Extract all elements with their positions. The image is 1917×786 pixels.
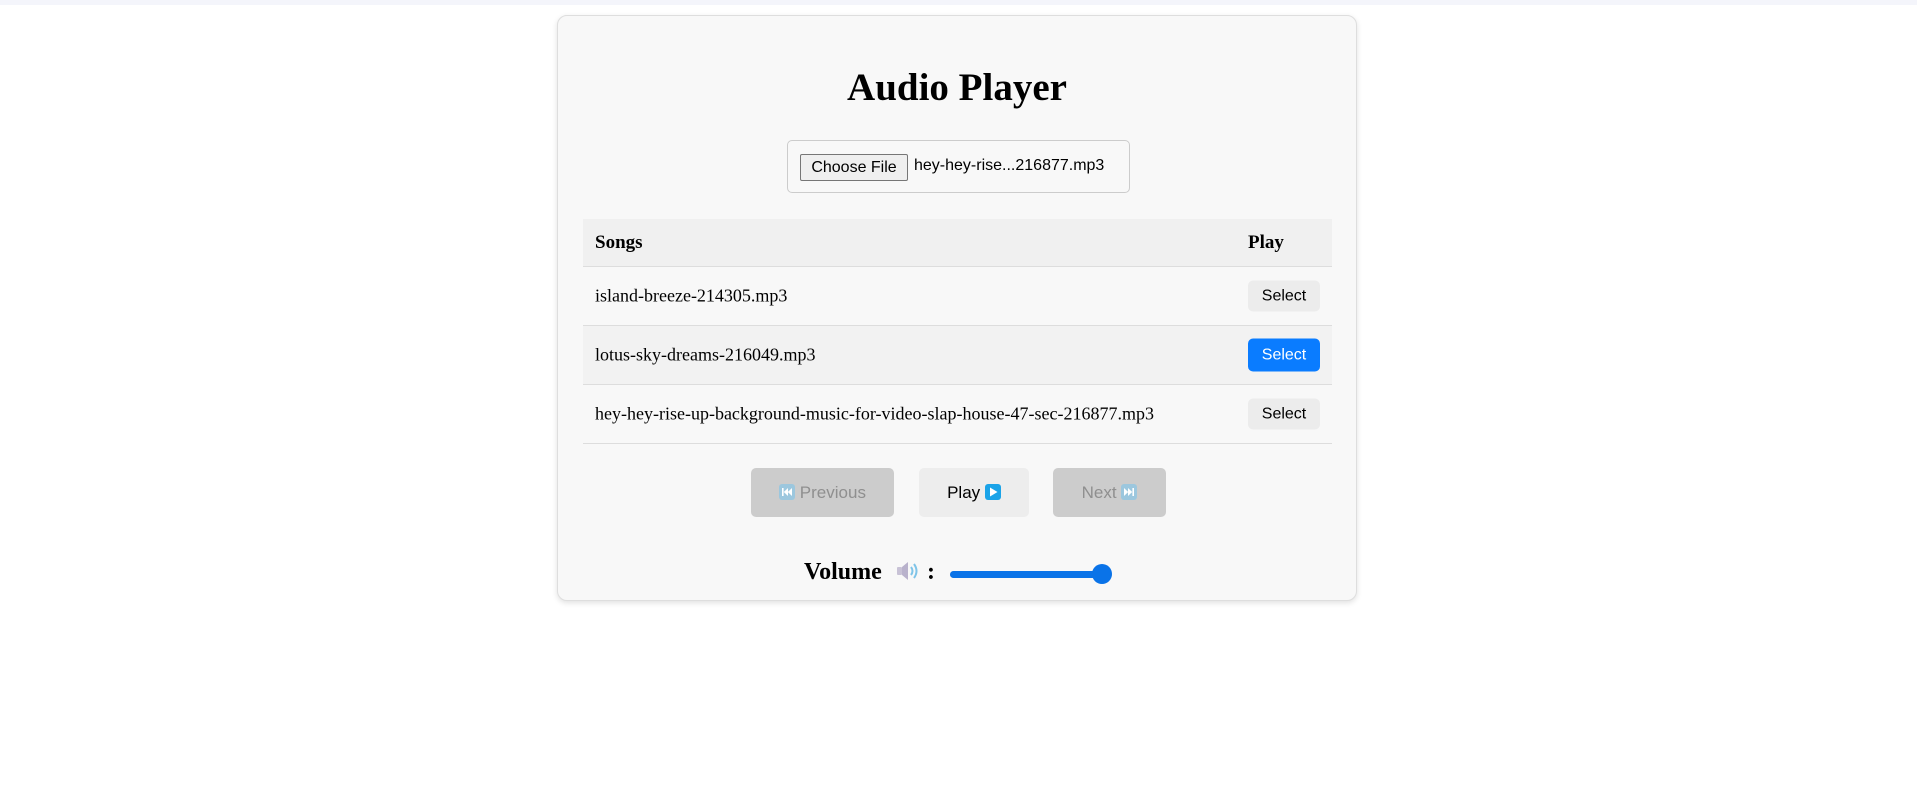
play-label: Play	[947, 483, 981, 502]
play-button[interactable]: Play	[919, 468, 1029, 517]
next-button[interactable]: Next	[1053, 468, 1166, 517]
previous-button[interactable]: Previous	[751, 468, 894, 517]
table-header: Songs Play	[583, 219, 1332, 267]
table-row: island-breeze-214305.mp3 Select	[583, 267, 1332, 326]
audio-player-card: Audio Player Choose File hey-hey-rise...…	[557, 15, 1357, 601]
song-name: hey-hey-rise-up-background-music-for-vid…	[595, 403, 1154, 424]
volume-slider-thumb[interactable]	[1092, 564, 1112, 584]
song-name: lotus-sky-dreams-216049.mp3	[595, 344, 816, 365]
volume-slider[interactable]	[950, 564, 1112, 584]
next-track-icon	[1121, 484, 1138, 500]
selected-file-name: hey-hey-rise...216877.mp3	[914, 157, 1105, 174]
songs-table: Songs Play island-breeze-214305.mp3 Sele…	[583, 219, 1332, 444]
play-icon	[984, 484, 1001, 500]
playback-controls: Previous Play Next	[558, 468, 1358, 517]
choose-file-button[interactable]: Choose File	[800, 154, 908, 181]
column-header-songs: Songs	[595, 231, 643, 253]
previous-track-icon	[779, 484, 796, 500]
volume-control: Volume :	[558, 550, 1358, 590]
select-song-button[interactable]: Select	[1248, 280, 1320, 312]
next-label: Next	[1081, 483, 1117, 502]
previous-label: Previous	[799, 483, 866, 502]
column-header-play: Play	[1248, 231, 1284, 253]
volume-slider-fill	[950, 571, 1102, 578]
table-row: hey-hey-rise-up-background-music-for-vid…	[583, 385, 1332, 444]
volume-label: Volume	[804, 559, 882, 585]
select-song-button[interactable]: Select	[1248, 398, 1320, 430]
volume-separator: :	[927, 559, 935, 585]
select-song-button[interactable]: Select	[1248, 338, 1320, 372]
table-row: lotus-sky-dreams-216049.mp3 Select	[583, 326, 1332, 385]
top-strip	[0, 0, 1917, 5]
speaker-icon	[896, 561, 922, 581]
page-title: Audio Player	[847, 66, 1067, 109]
song-name: island-breeze-214305.mp3	[595, 285, 788, 306]
file-input: Choose File hey-hey-rise...216877.mp3	[787, 140, 1130, 193]
